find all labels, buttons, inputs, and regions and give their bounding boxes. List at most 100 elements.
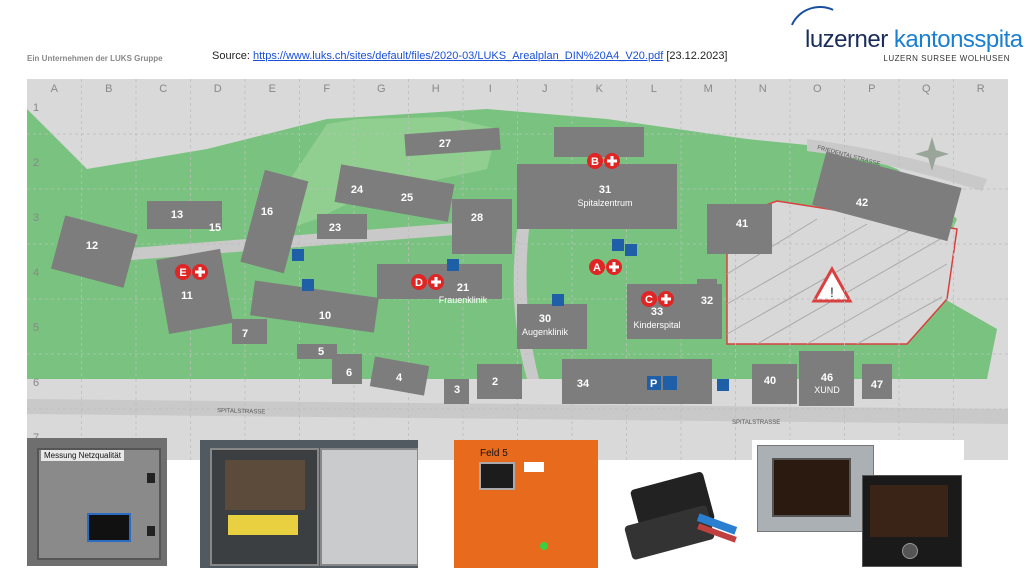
indicator-light-icon — [540, 542, 548, 550]
building-label-3: 3 — [454, 384, 460, 396]
svg-text:!: ! — [830, 284, 834, 300]
grid-col-label-o: O — [813, 83, 822, 95]
building-23[interactable] — [317, 214, 367, 239]
photo-orange-panel: Feld 5 — [454, 440, 598, 568]
accessibility-icon — [663, 376, 677, 390]
accessibility-icon — [625, 244, 637, 256]
source-line: Source: https://www.luks.ch/sites/defaul… — [212, 50, 728, 62]
grid-col-label-n: N — [759, 83, 767, 95]
grid-col-label-q: Q — [922, 83, 931, 95]
building-34-b[interactable] — [612, 359, 712, 404]
svg-text:D: D — [415, 277, 423, 289]
photo-measurement-box: Messung Netzqualität — [27, 438, 167, 566]
grid-col-label-c: C — [159, 83, 167, 95]
building-label-25: 25 — [401, 192, 413, 204]
luks-logo: luzerner kantonsspital LUZERN SURSEE WOL… — [778, 0, 1024, 80]
building-label-2: 2 — [492, 376, 498, 388]
building-11[interactable] — [156, 248, 234, 334]
grid-col-label-f: F — [323, 83, 330, 95]
accessibility-icon — [717, 379, 729, 391]
accessibility-icon — [447, 259, 459, 271]
building-label-41: 41 — [736, 218, 748, 230]
grid-row-label-5: 5 — [33, 322, 39, 334]
building-label-13: 13 — [171, 209, 183, 221]
building-label-42: 42 — [856, 197, 868, 209]
source-prefix: Source: — [212, 50, 253, 62]
grid-col-label-b: B — [105, 83, 112, 95]
grid-col-label-e: E — [269, 83, 276, 95]
building-label-11: 11 — [181, 290, 193, 302]
building-label-15: 15 — [209, 222, 221, 234]
building-name-33: Kinderspital — [633, 320, 680, 330]
building-name-21: Frauenklinik — [439, 295, 488, 305]
building-label-27: 27 — [439, 138, 451, 150]
grid-col-label-g: G — [377, 83, 386, 95]
accessibility-icon — [552, 294, 564, 306]
handle-icon — [147, 526, 155, 536]
accessibility-icon — [302, 279, 314, 291]
company-line: Ein Unternehmen der LUKS Gruppe — [27, 54, 163, 63]
building-label-21: 21 — [457, 282, 469, 294]
panel-display — [479, 462, 515, 490]
building-label-32: 32 — [701, 295, 713, 307]
handle-icon — [147, 473, 155, 483]
grid-col-label-p: P — [868, 83, 875, 95]
building-label-40: 40 — [764, 375, 776, 387]
grid-row-label-3: 3 — [33, 212, 39, 224]
grid-row-label-6: 6 — [33, 377, 39, 389]
accessibility-icon — [292, 249, 304, 261]
photo-meter-devices — [752, 440, 964, 568]
logo-wordmark: luzerner kantonsspital — [805, 26, 1024, 53]
building-31-top[interactable] — [554, 127, 644, 157]
building-label-7: 7 — [242, 328, 248, 340]
building-28[interactable] — [452, 199, 512, 254]
building-label-10: 10 — [319, 310, 331, 322]
grid-col-label-h: H — [432, 83, 440, 95]
building-31[interactable] — [517, 164, 677, 229]
svg-text:C: C — [645, 294, 653, 306]
building-name-30: Augenklinik — [522, 327, 569, 337]
building-label-28: 28 — [471, 212, 483, 224]
grid-col-label-i: I — [489, 83, 492, 95]
grid-col-label-l: L — [651, 83, 657, 95]
grid-row-label-2: 2 — [33, 157, 39, 169]
grid-row-label-1: 1 — [33, 102, 39, 114]
photo-caption-feld: Feld 5 — [480, 448, 508, 459]
photo-caption-measurement: Messung Netzqualität — [41, 450, 124, 461]
building-label-33: 33 — [651, 306, 663, 318]
building-name-46: XUND — [814, 385, 840, 395]
building-label-23: 23 — [329, 222, 341, 234]
svg-text:B: B — [591, 156, 599, 168]
logo-subtitle: LUZERN SURSEE WOLHUSEN — [883, 54, 1010, 63]
parking-glyph: P — [650, 378, 657, 390]
building-label-4: 4 — [396, 372, 403, 384]
building-label-31: 31 — [599, 184, 611, 196]
building-label-6: 6 — [346, 367, 352, 379]
building-label-24: 24 — [351, 184, 364, 196]
source-date: [23.12.2023] — [663, 50, 728, 62]
building-label-47: 47 — [871, 379, 883, 391]
photo-open-cabinet — [200, 440, 418, 568]
photo-analyzer-case — [617, 460, 742, 565]
ewl-logo-icon — [524, 462, 544, 472]
building-label-5: 5 — [318, 346, 324, 358]
grid-col-label-a: A — [51, 83, 59, 95]
grid-col-label-r: R — [977, 83, 985, 95]
control-knob-icon — [902, 543, 918, 559]
svg-text:A: A — [593, 262, 601, 274]
info-icon — [612, 239, 624, 251]
grid-col-label-k: K — [596, 83, 604, 95]
building-label-34: 34 — [577, 378, 590, 390]
building-label-46: 46 — [821, 372, 833, 384]
source-link[interactable]: https://www.luks.ch/sites/default/files/… — [253, 50, 663, 62]
street-label-spital-2: SPITALSTRASSE — [732, 420, 780, 426]
grid-col-label-m: M — [704, 83, 713, 95]
building-name-31: Spitalzentrum — [577, 198, 632, 208]
campus-map-svg: ! ABCDEFGHIJKLMNOPQR 1234567 2 — [27, 79, 1008, 460]
building-2[interactable] — [477, 364, 522, 399]
grid-col-label-d: D — [214, 83, 222, 95]
campus-map: ! ABCDEFGHIJKLMNOPQR 1234567 2 — [27, 79, 1008, 460]
grid-row-label-4: 4 — [33, 267, 39, 279]
building-7[interactable] — [232, 319, 267, 344]
svg-text:E: E — [179, 267, 186, 279]
